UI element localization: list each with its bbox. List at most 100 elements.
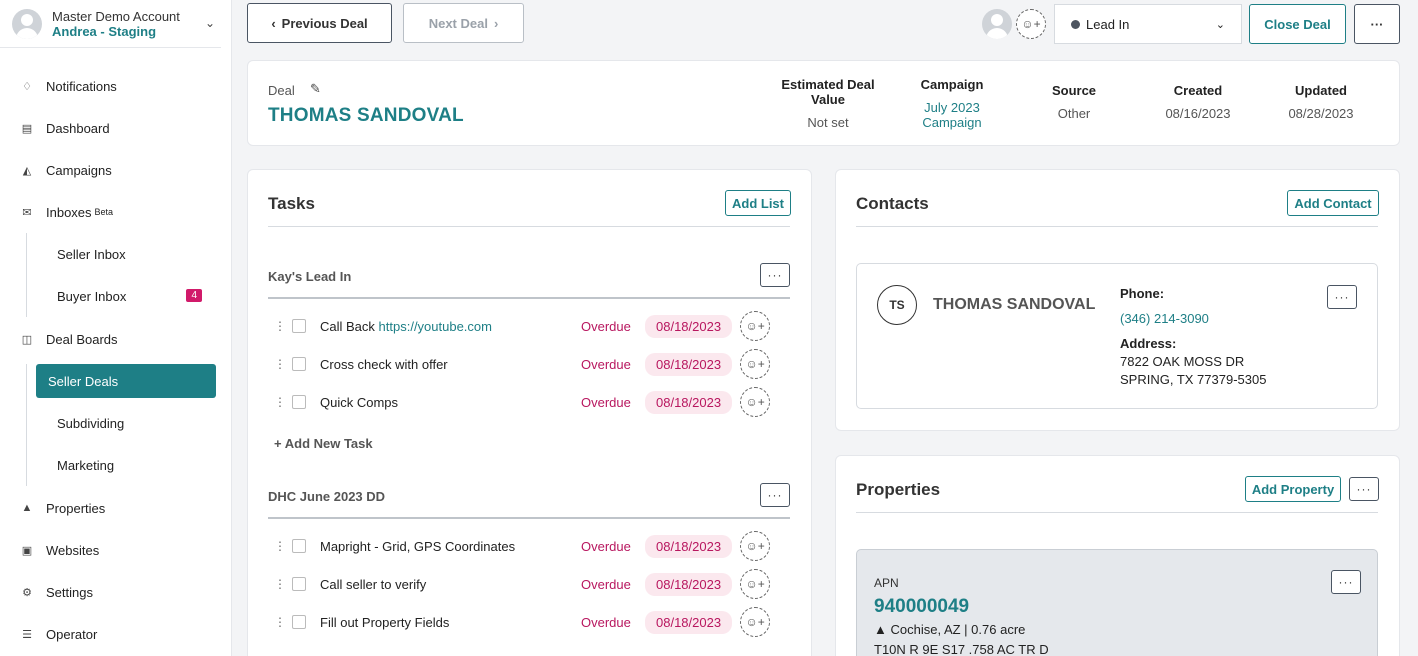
sidebar-item-notifications[interactable]: ♢ Notifications [0,65,231,107]
task-checkbox[interactable] [292,577,306,591]
add-contact-label: Add Contact [1294,195,1372,211]
divider [856,226,1378,227]
task-row[interactable]: ⋮ Call Back https://youtube.com Overdue … [268,307,790,345]
list-more-button[interactable]: ··· [760,263,790,287]
assign-user-icon[interactable]: ☺+ [740,349,771,379]
divider [268,297,790,299]
contact-phone[interactable]: (346) 214-3090 [1120,311,1209,326]
task-status: Overdue [581,394,631,410]
due-date[interactable]: 08/18/2023 [645,314,733,338]
assign-user-icon[interactable]: ☺+ [740,607,771,637]
divider [268,517,790,519]
assign-user-icon[interactable]: ☺+ [740,569,771,599]
tasks-title: Tasks [268,194,315,213]
add-list-label: Add List [732,195,784,211]
contacts-card: Contacts Add Contact TS THOMAS SANDOVAL … [835,169,1400,431]
sidebar-item-campaigns[interactable]: ◭ Campaigns [0,149,231,191]
drag-handle-icon[interactable]: ⋮ [274,395,286,409]
task-checkbox[interactable] [292,539,306,553]
assign-user-icon[interactable]: ☺+ [740,311,771,341]
sidebar-item-label: Operator [46,626,98,642]
due-date[interactable]: 08/18/2023 [645,534,733,558]
drag-handle-icon[interactable]: ⋮ [274,357,286,371]
property-card[interactable]: APN 940000049 ▲ Cochise, AZ | 0.76 acre … [856,549,1378,656]
task-row[interactable]: ⋮ Quick Comps Overdue 08/18/2023 ☺+ [268,383,790,421]
account-avatar [12,8,42,39]
board-icon: ◫ [21,333,33,346]
sidebar-item-buyer-inbox[interactable]: Buyer Inbox 4 [36,275,216,317]
close-deal-button[interactable]: Close Deal [1249,4,1346,44]
account-switcher[interactable]: Master Demo Account Andrea - Staging ⌄ [0,0,221,48]
due-date[interactable]: 08/18/2023 [645,572,733,596]
task-row[interactable]: ⋮ Fill out Property Fields Overdue 08/18… [268,603,790,641]
drag-handle-icon[interactable]: ⋮ [274,539,286,553]
task-text: Fill out Property Fields [320,614,450,630]
properties-title: Properties [856,480,941,499]
chevron-right-icon: › [493,15,499,31]
property-more-button[interactable]: ··· [1331,570,1361,594]
list-more-button[interactable]: ··· [760,483,790,507]
sidebar-item-label: Inboxes [46,204,92,220]
deal-boards-submenu: Seller Deals Subdividing Marketing [26,364,231,486]
sidebar-item-operator[interactable]: ☰ Operator [0,613,231,655]
sidebar-item-inboxes[interactable]: ✉ Inboxes Beta [0,191,231,233]
task-checkbox[interactable] [292,615,306,629]
task-list-title: Kay's Lead In [268,269,352,284]
dashboard-icon: ▤ [21,122,33,135]
sidebar-item-deal-boards[interactable]: ◫ Deal Boards [0,318,231,360]
edit-icon[interactable]: ✎ [310,81,321,97]
deal-status-select[interactable]: Lead In ⌄ [1054,4,1242,44]
plus-icon: + [274,436,285,451]
gear-icon: ⚙ [22,586,32,599]
due-date[interactable]: 08/18/2023 [645,610,733,634]
apn-value[interactable]: 940000049 [874,596,969,618]
task-row[interactable]: ⋮ Call seller to verify Overdue 08/18/20… [268,565,790,603]
assign-user-icon[interactable]: ☺+ [740,531,771,561]
campaign-link[interactable]: July 2023 Campaign [917,100,987,130]
sidebar-item-seller-inbox[interactable]: Seller Inbox [36,233,216,275]
sidebar-item-subdividing[interactable]: Subdividing [36,402,216,444]
inboxes-submenu: Seller Inbox Buyer Inbox 4 [26,233,231,317]
task-checkbox[interactable] [292,319,306,333]
previous-deal-button[interactable]: ‹ Previous Deal [247,3,392,43]
drag-handle-icon[interactable]: ⋮ [274,577,286,591]
assign-user-icon[interactable]: ☺+ [740,387,771,417]
add-property-button[interactable]: Add Property [1245,476,1341,502]
task-checkbox[interactable] [292,395,306,409]
task-row[interactable]: ⋮ Cross check with offer Overdue 08/18/2… [268,345,790,383]
more-icon: ··· [1370,16,1384,32]
assignee-avatar[interactable] [982,9,1012,39]
sidebar-item-label: Deal Boards [46,331,118,347]
sidebar-item-properties[interactable]: ▲ Properties [0,487,231,529]
sidebar-item-settings[interactable]: ⚙ Settings [0,571,231,613]
due-date[interactable]: 08/18/2023 [645,352,733,376]
sidebar-item-seller-deals[interactable]: Seller Deals [36,364,216,398]
next-deal-button[interactable]: Next Deal › [403,3,524,43]
drag-handle-icon[interactable]: ⋮ [274,615,286,629]
sidebar-item-label: Websites [46,542,100,558]
meta-value: Not set [807,115,849,130]
task-link[interactable]: https://youtube.com [379,319,492,334]
contact-name[interactable]: THOMAS SANDOVAL [933,296,1095,314]
deal-status-value: Lead In [1086,16,1130,32]
sidebar-item-marketing[interactable]: Marketing [36,444,216,486]
megaphone-icon: ◭ [22,164,32,177]
add-list-button[interactable]: Add List [725,190,791,216]
task-row[interactable]: ⋮ Mapright - Grid, GPS Coordinates Overd… [268,527,790,565]
properties-more-button[interactable]: ··· [1349,477,1379,501]
sidebar-item-websites[interactable]: ▣ Websites [0,529,231,571]
unread-badge: 4 [186,289,202,302]
add-contact-button[interactable]: Add Contact [1287,190,1379,216]
sidebar-item-dashboard[interactable]: ▤ Dashboard [0,107,231,149]
due-date[interactable]: 08/18/2023 [645,390,733,414]
contact-more-button[interactable]: ··· [1327,285,1357,309]
more-options-button[interactable]: ··· [1354,4,1400,44]
chevron-down-icon[interactable]: ⌄ [205,16,215,30]
add-user-icon[interactable]: ☺+ [1016,9,1046,39]
add-new-task-button[interactable]: + Add New Task [274,436,373,451]
tasks-card: Tasks Add List Kay's Lead In ··· ⋮ Call … [247,169,812,656]
task-checkbox[interactable] [292,357,306,371]
task-text: Quick Comps [320,394,399,410]
drag-handle-icon[interactable]: ⋮ [274,319,286,333]
account-name: Master Demo Account [52,8,180,24]
